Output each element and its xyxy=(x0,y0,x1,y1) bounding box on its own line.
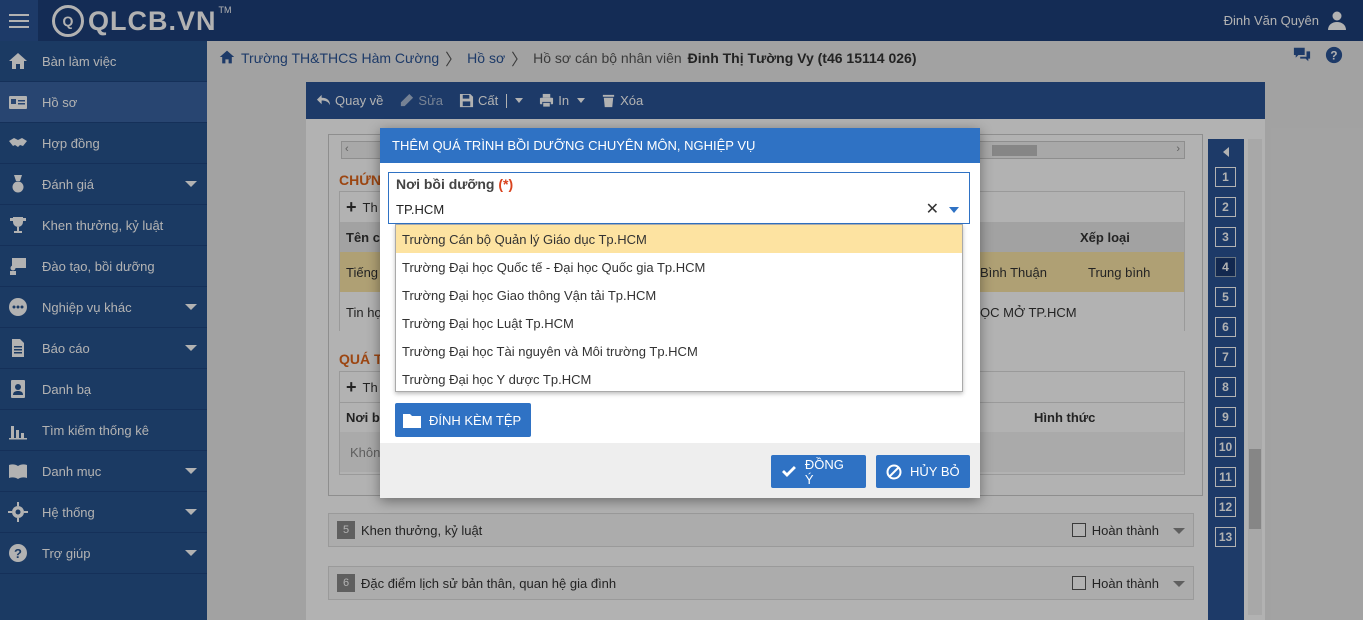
ban-icon xyxy=(886,464,902,479)
required-mark: (*) xyxy=(498,176,514,192)
dialog-title: THÊM QUÁ TRÌNH BỒI DƯỠNG CHUYÊN MÔN, NGH… xyxy=(380,128,980,163)
option-item[interactable]: Trường Đại học Y dược Tp.HCM xyxy=(396,365,962,393)
ok-label: ĐỒNG Ý xyxy=(804,456,844,487)
option-item[interactable]: Trường Đại học Tài nguyên và Môi trường … xyxy=(396,337,962,365)
option-item[interactable]: Trường Đại học Quốc tế - Đại học Quốc gi… xyxy=(396,253,962,281)
option-item[interactable]: Trường Cán bộ Quản lý Giáo dục Tp.HCM xyxy=(396,225,962,253)
option-item[interactable]: Trường Đại học Luật Tp.HCM xyxy=(396,309,962,337)
field-label: Nơi bồi dưỡng (*) xyxy=(396,176,513,192)
ok-button[interactable]: ĐỒNG Ý xyxy=(771,455,866,488)
add-training-dialog: THÊM QUÁ TRÌNH BỒI DƯỠNG CHUYÊN MÔN, NGH… xyxy=(380,128,980,498)
check-icon xyxy=(781,465,796,477)
cancel-button[interactable]: HỦY BỎ xyxy=(876,455,970,488)
field-label-text: Nơi bồi dưỡng xyxy=(396,176,495,192)
training-place-select[interactable]: Nơi bồi dưỡng (*) TP.HCM ✕ xyxy=(388,172,970,224)
dialog-footer: ĐỒNG Ý HỦY BỎ xyxy=(380,443,980,498)
clear-icon[interactable]: ✕ xyxy=(926,199,939,219)
options-list: Trường Cán bộ Quản lý Giáo dục Tp.HCM Tr… xyxy=(395,224,963,392)
attach-file-button[interactable]: ĐÍNH KÈM TỆP xyxy=(395,403,531,437)
chevron-down-icon[interactable] xyxy=(949,207,959,213)
cancel-label: HỦY BỎ xyxy=(910,464,960,479)
attach-label: ĐÍNH KÈM TỆP xyxy=(429,412,522,428)
search-input[interactable]: TP.HCM xyxy=(396,202,444,217)
option-item[interactable]: Trường Đại học Giao thông Vận tải Tp.HCM xyxy=(396,281,962,309)
folder-icon xyxy=(403,414,421,428)
